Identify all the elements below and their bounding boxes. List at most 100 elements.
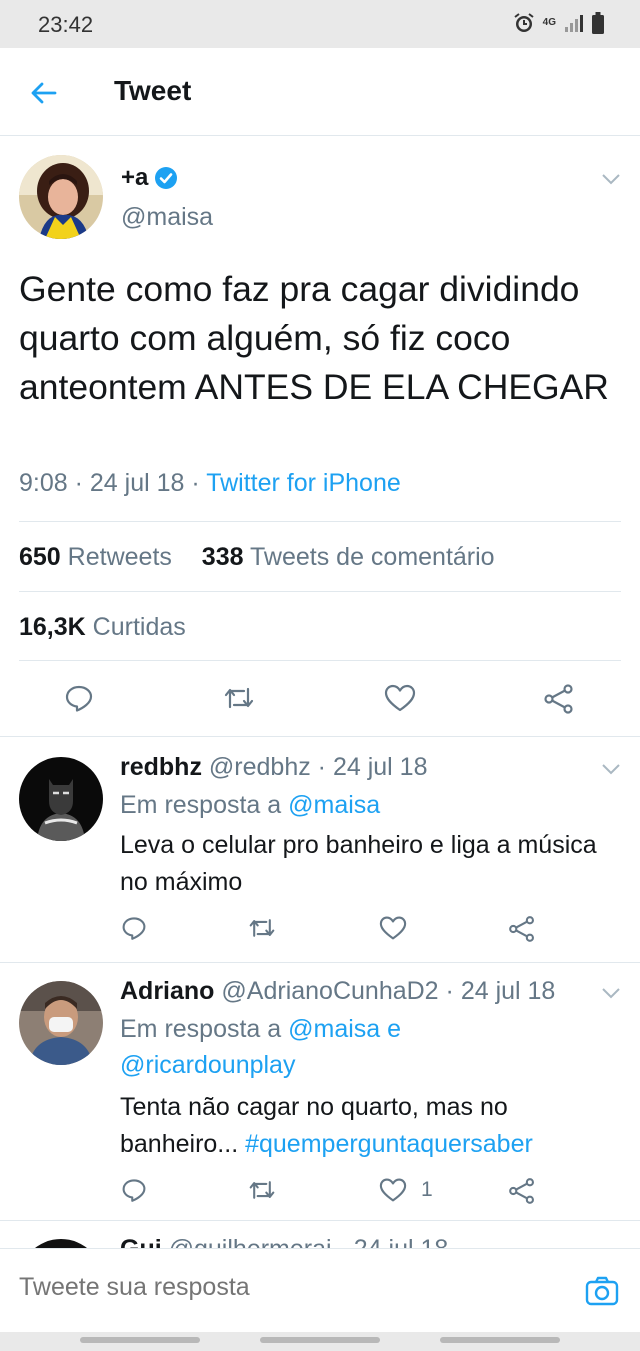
retweet-icon [224,687,254,709]
reply-tweet[interactable]: redbhz @redbhz · 24 jul 18 Em resposta a… [0,736,640,962]
status-bar: 23:42 4G [0,0,640,48]
divider [19,660,621,661]
reply-context-line-2: @ricardounplay [120,1051,295,1080]
quotes-count: 338 [201,543,244,571]
reply-icon [122,1179,146,1202]
reply-tweet[interactable]: Adriano @AdrianoCunhaD2 · 24 jul 18 Em r… [0,962,640,1220]
camera-icon [585,1276,619,1306]
reply-author-name[interactable]: redbhz [120,753,202,781]
likes-stat[interactable]: 16,3K Curtidas [19,613,186,642]
mention-joiner: e [387,1015,402,1043]
share-icon [544,684,573,714]
back-button[interactable] [26,76,60,110]
verified-badge-icon [155,167,178,189]
battery-icon [592,12,604,34]
reply-icon [65,685,93,712]
reply-author-handle[interactable]: @guilhermerai [169,1235,332,1248]
reply-button[interactable] [64,683,94,713]
retweets-label: Retweets [67,543,172,571]
reply-prefix: Em resposta a [120,791,282,819]
chevron-down-icon[interactable] [600,985,622,1001]
like-button[interactable] [379,915,407,941]
chevron-down-icon[interactable] [600,761,622,777]
reply-context: Em resposta a @maisa e [120,1015,401,1044]
reply-tweet[interactable]: Gui @guilhermerai · 24 jul 18 [0,1220,640,1248]
share-icon [509,1178,534,1204]
hashtag-link[interactable]: #quemperguntaquersaber [245,1130,533,1158]
reply-button[interactable] [121,1177,147,1203]
author-name[interactable]: +a [121,164,178,192]
likes-count: 16,3K [19,613,86,641]
avatar[interactable] [19,1239,103,1248]
chevron-down-icon[interactable] [600,171,622,187]
reply-date: 24 jul 18 [354,1235,449,1248]
heart-icon [379,1178,407,1202]
like-button[interactable] [384,683,416,713]
reply-author-name[interactable]: Gui [120,1235,162,1248]
quotes-stat[interactable]: 338 Tweets de comentário [202,543,495,571]
author-handle[interactable]: @maisa [121,203,213,232]
like-count: 1 [421,1178,433,1201]
divider [19,521,621,522]
reply-button[interactable] [121,915,147,941]
nav-recent-button[interactable] [80,1337,200,1343]
share-button[interactable] [508,915,536,943]
nav-home-button[interactable] [260,1337,380,1343]
tweet-actions [0,667,640,727]
mention-link[interactable]: @maisa [288,791,380,819]
mention-link[interactable]: @ricardounplay [120,1051,295,1079]
share-button[interactable] [543,683,575,715]
reply-context: Em resposta a @maisa [120,791,380,820]
meta-separator: · [332,1235,354,1248]
quotes-label: Tweets de comentário [250,543,495,571]
retweets-count: 650 [19,543,61,571]
reply-icon [122,917,146,940]
alarm-icon [513,12,535,34]
retweet-icon [249,919,275,937]
retweet-button[interactable] [222,683,256,713]
reply-composer [0,1248,640,1332]
nav-back-button[interactable] [440,1337,560,1343]
share-button[interactable] [508,1177,536,1205]
reply-date: 24 jul 18 [332,753,428,781]
share-icon [509,916,534,942]
tweet-meta: 9:08 · 24 jul 18 · Twitter for iPhone [19,469,401,498]
network-label: 4G [542,17,556,28]
system-nav-bar [0,1332,640,1351]
reply-date: 24 jul 18 [460,977,556,1005]
heart-icon [384,684,416,712]
reply-text: Tenta não cagar no quarto, mas no banhei… [120,1089,625,1163]
avatar[interactable] [19,981,103,1065]
engagement-stats: 650 Retweets 338 Tweets de comentário [19,543,495,572]
tweet-date: 24 jul 18 [89,469,185,497]
retweet-icon [249,1181,275,1199]
avatar[interactable] [19,757,103,841]
top-app-bar: Tweet [0,48,640,136]
reply-text: Leva o celular pro banheiro e liga a mús… [120,831,597,896]
avatar[interactable] [19,155,103,239]
meta-separator: · [310,753,333,781]
status-time: 23:42 [38,12,94,37]
meta-separator: · [438,977,461,1005]
signal-icon [564,13,584,33]
retweet-button[interactable] [247,1177,277,1203]
tweet-text: Gente como faz pra cagar dividindo quart… [19,269,609,407]
reply-header: Gui @guilhermerai · 24 jul 18 [120,1235,448,1248]
retweets-stat[interactable]: 650 Retweets [19,543,172,571]
arrow-left-icon [31,82,57,104]
reply-author-name[interactable]: Adriano [120,977,214,1005]
retweet-button[interactable] [247,915,277,941]
reply-header: Adriano @AdrianoCunhaD2 · 24 jul 18 [120,977,555,1006]
status-icons: 4G [513,12,604,34]
reply-input[interactable] [19,1273,559,1302]
tweet-source-link[interactable]: Twitter for iPhone [206,469,401,497]
reply-prefix: Em resposta a [120,1015,282,1043]
reply-author-handle[interactable]: @redbhz [209,753,311,781]
meta-separator: · [191,469,207,497]
reply-author-handle[interactable]: @AdrianoCunhaD2 [221,977,438,1005]
tweet-time: 9:08 [19,469,68,497]
camera-button[interactable] [584,1273,620,1309]
likes-label: Curtidas [92,613,186,641]
like-button[interactable]: 1 [379,1177,433,1203]
mention-link[interactable]: @maisa [288,1015,380,1043]
